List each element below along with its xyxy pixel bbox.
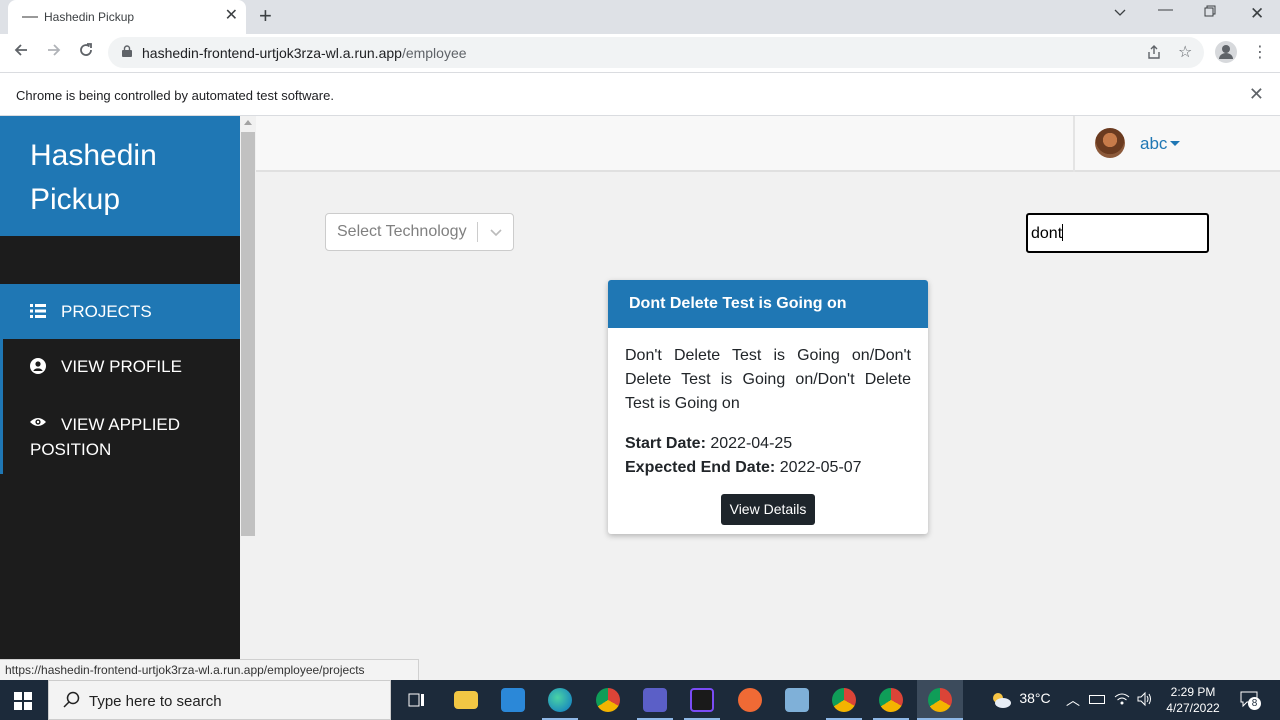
user-circle-icon: [30, 358, 46, 374]
weather-widget[interactable]: 38°C: [990, 690, 1051, 709]
url-host: hashedin-frontend-urtjok3rza-wl.a.run.ap…: [142, 45, 402, 61]
clock-date: 4/27/2022: [1166, 701, 1220, 715]
sidebar-item-view-profile[interactable]: VIEW PROFILE: [0, 339, 240, 394]
technology-select[interactable]: Select Technology: [325, 213, 514, 251]
taskbar-search-placeholder: Type here to search: [89, 693, 222, 710]
tab-search-chevron-icon[interactable]: [1113, 5, 1127, 23]
tab-favicon-icon: [22, 16, 38, 18]
taskbar-search-box[interactable]: Type here to search: [48, 680, 391, 720]
start-date-label: Start Date:: [625, 435, 706, 452]
chrome-menu-icon[interactable]: ⋮: [1252, 42, 1268, 62]
browser-toolbar: hashedin-frontend-urtjok3rza-wl.a.run.ap…: [0, 34, 1280, 72]
user-avatar[interactable]: [1095, 128, 1125, 158]
window-close-icon[interactable]: ✕: [1250, 4, 1264, 24]
notification-center-icon[interactable]: 8: [1239, 690, 1261, 711]
windows-start-icon[interactable]: [14, 692, 32, 710]
postman-icon[interactable]: [738, 688, 762, 712]
reload-icon[interactable]: [78, 42, 94, 63]
infobar-message: Chrome is being controlled by automated …: [16, 88, 334, 103]
chevron-down-icon[interactable]: [488, 224, 504, 240]
user-menu-toggle[interactable]: abc: [1140, 134, 1167, 154]
sidebar: Hashedin Pickup PROJECTS VIEW PROFILE VI…: [0, 116, 240, 680]
list-icon: [30, 304, 46, 318]
tab-close-icon[interactable]: ✕: [225, 7, 238, 25]
sidebar-scrollbar[interactable]: [240, 116, 256, 680]
view-details-button[interactable]: View Details: [721, 494, 815, 525]
brand-title: Hashedin Pickup: [30, 139, 157, 216]
infobar-close-icon[interactable]: ✕: [1249, 84, 1264, 105]
search-icon: [63, 691, 80, 708]
bookmark-star-icon[interactable]: ☆: [1178, 42, 1192, 62]
caret-down-icon[interactable]: [1170, 141, 1180, 146]
show-hidden-icons-chevron-icon[interactable]: ︿: [1066, 690, 1080, 710]
chrome-icon[interactable]: [832, 688, 856, 712]
share-icon[interactable]: [1146, 44, 1162, 65]
top-navbar: abc: [256, 116, 1280, 172]
minimize-icon[interactable]: —: [1158, 1, 1173, 18]
navbar-divider: [1073, 116, 1075, 172]
chrome-profile-icon[interactable]: [1215, 41, 1237, 63]
brand-header: Hashedin Pickup: [0, 116, 240, 236]
active-taskbar-app[interactable]: [917, 680, 963, 720]
notepad-icon[interactable]: [785, 688, 809, 712]
end-date-row: Expected End Date: 2022-05-07: [625, 459, 862, 477]
new-tab-icon[interactable]: +: [259, 4, 272, 28]
url-text: hashedin-frontend-urtjok3rza-wl.a.run.ap…: [142, 45, 467, 61]
technology-select-placeholder: Select Technology: [337, 223, 467, 240]
weather-cloud-sun-icon: [993, 692, 1011, 708]
chrome-icon[interactable]: [928, 688, 952, 712]
main-content: abc Select Technology dont Dont Delete T…: [256, 116, 1280, 680]
project-card: Dont Delete Test is Going on Don't Delet…: [608, 280, 928, 534]
sidebar-item-label: PROJECTS: [61, 302, 152, 321]
intellij-icon[interactable]: [690, 688, 714, 712]
browser-tab-strip: Hashedin Pickup ✕ + — ✕: [0, 0, 1280, 34]
sidebar-item-projects[interactable]: PROJECTS: [0, 284, 240, 339]
restore-icon[interactable]: [1204, 5, 1217, 22]
teams-icon[interactable]: [643, 688, 667, 712]
weather-temperature: 38°C: [1019, 690, 1051, 706]
end-date-value: 2022-05-07: [779, 459, 862, 476]
url-path: /employee: [401, 45, 467, 61]
file-explorer-icon[interactable]: [454, 691, 478, 709]
project-card-header: Dont Delete Test is Going on: [608, 280, 928, 328]
task-view-icon[interactable]: [405, 688, 429, 712]
sidebar-item-view-applied-position[interactable]: VIEW APPLIED POSITION: [0, 394, 240, 474]
project-search-input[interactable]: dont: [1026, 213, 1209, 253]
wifi-icon[interactable]: [1114, 692, 1130, 709]
scroll-up-arrow-icon[interactable]: [244, 120, 252, 125]
tab-title: Hashedin Pickup: [44, 10, 135, 24]
search-value: dont: [1031, 225, 1063, 242]
browser-tab[interactable]: Hashedin Pickup ✕: [8, 0, 246, 34]
notification-count-badge: 8: [1248, 697, 1261, 710]
project-title: Dont Delete Test is Going on: [629, 295, 847, 312]
status-bubble-url: https://hashedin-frontend-urtjok3rza-wl.…: [0, 659, 419, 680]
battery-icon[interactable]: [1089, 695, 1105, 704]
automation-infobar: Chrome is being controlled by automated …: [0, 72, 1280, 116]
windows-taskbar: Type here to search 38°C ︿ 2:29 PM 4/27/…: [0, 680, 1280, 720]
microsoft-store-icon[interactable]: [501, 688, 525, 712]
back-icon[interactable]: [13, 42, 29, 63]
select-separator: [477, 222, 478, 242]
project-description: Don't Delete Test is Going on/Don't Dele…: [625, 347, 911, 412]
edge-browser-icon[interactable]: [548, 688, 572, 712]
text-cursor: [1062, 224, 1064, 241]
sidebar-item-label: VIEW APPLIED POSITION: [30, 415, 181, 459]
scrollbar-thumb[interactable]: [241, 132, 255, 536]
end-date-label: Expected End Date:: [625, 459, 776, 476]
forward-icon[interactable]: [46, 42, 62, 63]
chrome-icon[interactable]: [596, 688, 620, 712]
clock-time: 2:29 PM: [1170, 685, 1216, 699]
start-date-value: 2022-04-25: [710, 435, 793, 452]
sidebar-item-label: VIEW PROFILE: [61, 357, 182, 376]
lock-icon: [122, 45, 132, 57]
start-date-row: Start Date: 2022-04-25: [625, 435, 792, 453]
address-bar[interactable]: hashedin-frontend-urtjok3rza-wl.a.run.ap…: [108, 37, 1204, 68]
volume-icon[interactable]: [1137, 691, 1153, 710]
chrome-icon[interactable]: [879, 688, 903, 712]
taskbar-clock[interactable]: 2:29 PM 4/27/2022: [1158, 684, 1228, 716]
